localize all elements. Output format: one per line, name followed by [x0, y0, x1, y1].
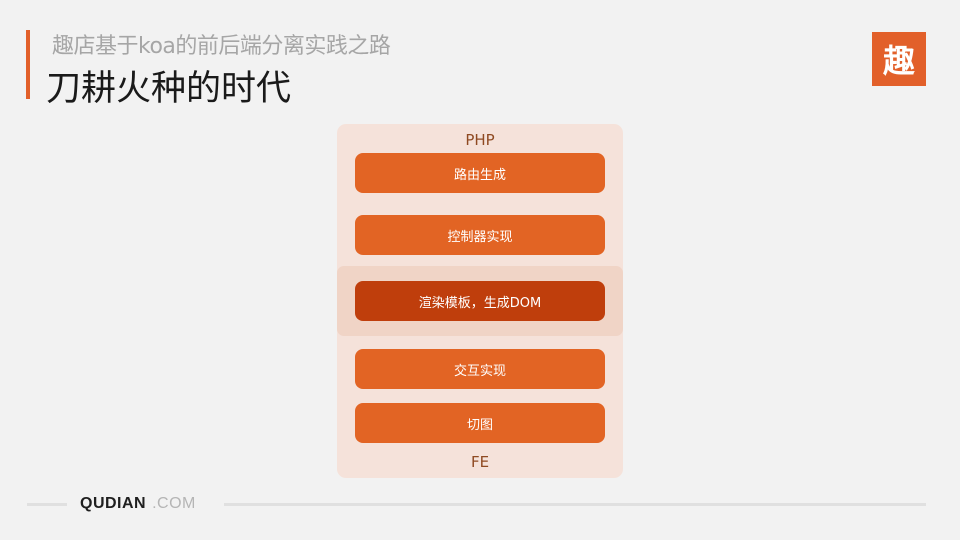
footer-divider-right: [224, 503, 926, 506]
brand-domain: .COM: [152, 495, 196, 512]
slide-title: 刀耕火种的时代: [46, 69, 292, 109]
step-template-rendering: 渲染模板，生成DOM: [355, 281, 605, 321]
diagram-label-fe: FE: [470, 453, 490, 471]
footer-divider-left: [27, 503, 67, 506]
qudian-logo: 趣: [872, 32, 926, 86]
step-route-generation: 路由生成: [355, 153, 605, 193]
slide-subtitle: 趣店基于koa的前后端分离实践之路: [52, 34, 391, 59]
diagram-label-php: PHP: [465, 131, 495, 149]
step-interaction-implementation: 交互实现: [355, 349, 605, 389]
brand-name: QUDIAN: [80, 495, 147, 512]
step-slicing: 切图: [355, 403, 605, 443]
step-controller-implementation: 控制器实现: [355, 215, 605, 255]
footer-brand: QUDIAN .COM: [80, 495, 196, 513]
title-accent-bar: [26, 30, 30, 99]
